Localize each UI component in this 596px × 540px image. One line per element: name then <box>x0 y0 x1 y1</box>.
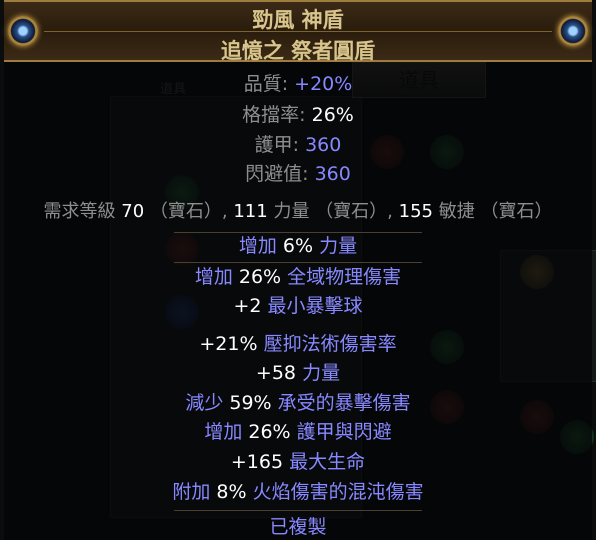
property-label: 護甲 <box>254 134 293 156</box>
implicit-mod: 增加 6% 力量 <box>238 235 358 257</box>
property-label: 閃避值 <box>245 163 303 185</box>
item-base-type: 追憶之 祭者圓盾 <box>220 39 376 63</box>
explicit-mod: 增加 26% 全域物理傷害 <box>194 266 402 288</box>
property-block: 格擋率: 26% <box>242 104 354 126</box>
property-value: +20% <box>294 73 353 95</box>
separator <box>174 232 422 233</box>
explicit-mod: +58 力量 <box>255 362 341 384</box>
property-label: 格擋率 <box>242 104 300 126</box>
separator <box>174 510 422 511</box>
property-value: 360 <box>314 163 351 185</box>
copied-status: 已複製 <box>269 516 327 538</box>
property-value: 26% <box>311 104 354 126</box>
explicit-mod: 增加 26% 護甲與閃避 <box>204 421 392 443</box>
property-value: 360 <box>305 134 342 156</box>
separator <box>174 262 422 263</box>
influence-emblem-icon <box>558 16 588 46</box>
explicit-mod: +165 最大生命 <box>230 451 366 473</box>
requirements: 需求等級 70 （寶石）, 111 力量 （寶石）, 155 敏捷 （寶石） <box>43 201 553 222</box>
item-name: 勁風 神盾 <box>252 8 344 32</box>
property-evasion: 閃避值: 360 <box>245 163 351 185</box>
item-header: 勁風 神盾 追憶之 祭者圓盾 <box>4 0 592 63</box>
property-label: 品質 <box>243 73 282 95</box>
explicit-mod: 減少 59% 承受的暴擊傷害 <box>185 392 411 414</box>
property-quality: 品質: +20% <box>243 73 353 95</box>
explicit-mod: +21% 壓抑法術傷害率 <box>199 333 397 355</box>
item-tooltip-body: 品質: +20% 格擋率: 26% 護甲: 360 閃避值: 360 需求等級 … <box>4 62 592 540</box>
header-divider <box>44 31 552 32</box>
explicit-mod: 附加 8% 火焰傷害的混沌傷害 <box>172 481 424 503</box>
explicit-mod: +2 最小暴擊球 <box>233 295 363 317</box>
property-armour: 護甲: 360 <box>254 134 342 156</box>
